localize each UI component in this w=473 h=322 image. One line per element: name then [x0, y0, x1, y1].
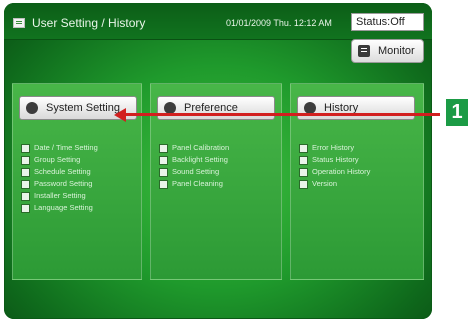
- item-label: Panel Calibration: [172, 143, 230, 152]
- operation-icon: [299, 168, 308, 177]
- preference-button[interactable]: Preference: [157, 96, 275, 120]
- version-icon: [299, 180, 308, 189]
- schedule-icon: [21, 168, 30, 177]
- item-label: Error History: [312, 143, 355, 152]
- calibration-icon: [159, 144, 168, 153]
- item-label: Schedule Setting: [34, 167, 91, 176]
- group-icon: [21, 156, 30, 165]
- callout-arrow-icon: [114, 108, 126, 122]
- item-label: Installer Setting: [34, 191, 86, 200]
- device-screen: User Setting / History 01/01/2009 Thu. 1…: [4, 3, 432, 319]
- clock-icon: [21, 144, 30, 153]
- item-label: Panel Cleaning: [172, 179, 223, 188]
- cleaning-icon: [159, 180, 168, 189]
- monitor-label: Monitor: [378, 45, 415, 57]
- status-icon: [299, 156, 308, 165]
- sound-icon: [159, 168, 168, 177]
- item-label: Date / Time Setting: [34, 143, 98, 152]
- item-label: Operation History: [312, 167, 371, 176]
- history-button[interactable]: History: [297, 96, 415, 120]
- error-icon: [299, 144, 308, 153]
- item-label: Backlight Setting: [172, 155, 228, 164]
- menu-icon: [13, 18, 25, 28]
- monitor-icon: [358, 45, 370, 57]
- password-icon: [21, 180, 30, 189]
- language-icon: [21, 204, 30, 213]
- item-label: Group Setting: [34, 155, 81, 164]
- item-label: Password Setting: [34, 179, 93, 188]
- page-title: User Setting / History: [32, 16, 146, 30]
- settings-icon: [26, 102, 38, 114]
- item-label: Version: [312, 179, 338, 188]
- date-time: 01/01/2009 Thu. 12:12 AM: [226, 18, 332, 28]
- item-label: Sound Setting: [172, 167, 220, 176]
- item-label: Status History: [312, 155, 359, 164]
- system-setting-label: System Setting: [46, 102, 120, 114]
- callout-number-badge: 1: [446, 99, 468, 126]
- status-indicator: Status:Off: [351, 13, 424, 31]
- item-label: Language Setting: [34, 203, 93, 212]
- installer-icon: [21, 192, 30, 201]
- title-bar: User Setting / History 01/01/2009 Thu. 1…: [4, 3, 432, 40]
- callout-line: [122, 113, 440, 116]
- backlight-icon: [159, 156, 168, 165]
- monitor-button[interactable]: Monitor: [351, 39, 424, 63]
